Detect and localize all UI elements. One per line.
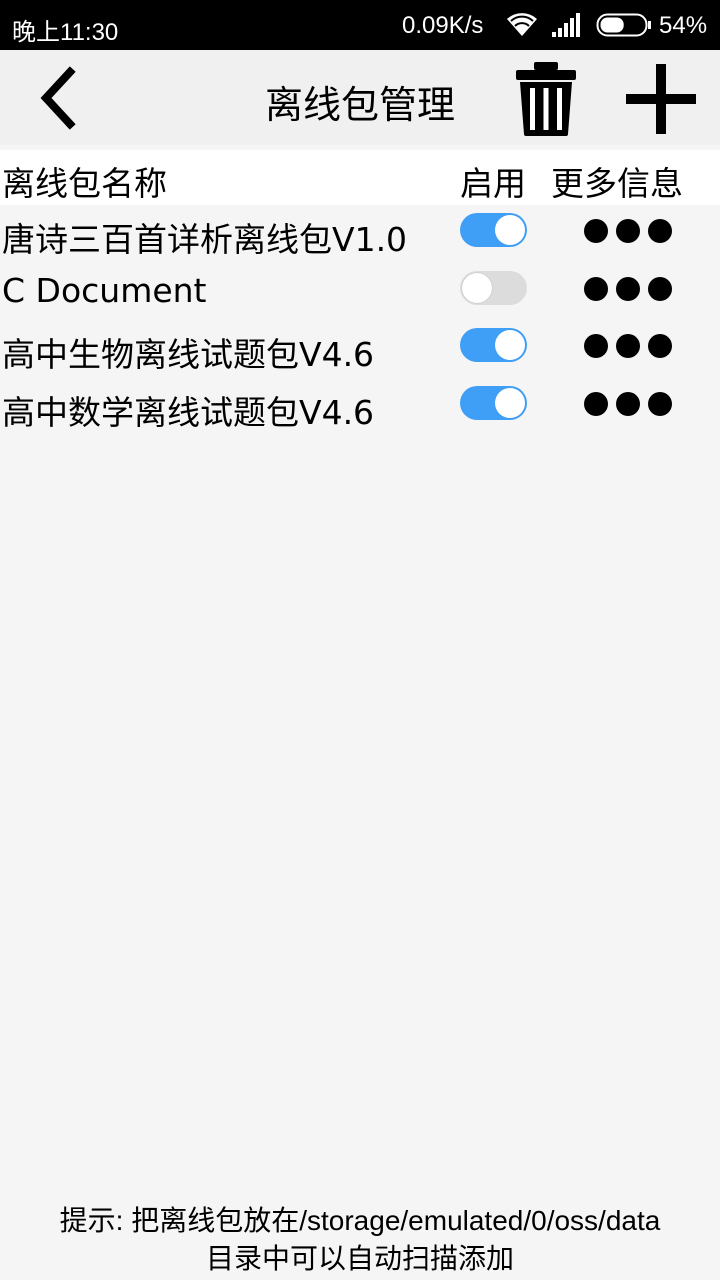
status-bar: 晚上11:30 0.09K/s 54% xyxy=(0,0,720,50)
more-dot-icon xyxy=(616,334,640,358)
list-item: C Document xyxy=(0,263,720,321)
add-button[interactable] xyxy=(624,62,698,136)
page-title: 离线包管理 xyxy=(264,83,455,127)
enable-toggle[interactable] xyxy=(460,270,527,305)
package-name: 唐诗三百首详析离线包V1.0 xyxy=(2,220,408,259)
header-enable: 启用 xyxy=(460,164,526,203)
toggle-knob xyxy=(495,330,525,360)
more-info-button[interactable] xyxy=(584,391,672,416)
toggle-knob xyxy=(495,215,525,245)
more-dot-icon xyxy=(616,276,640,301)
more-dot-icon xyxy=(616,391,640,416)
more-dot-icon xyxy=(648,219,672,243)
package-name: C Document xyxy=(2,270,207,310)
package-list: 唐诗三百首详析离线包V1.0 C Document 高中生物离线试题包V4.6 … xyxy=(0,205,720,435)
package-name: 高中生物离线试题包V4.6 xyxy=(2,335,375,374)
enable-toggle[interactable] xyxy=(460,385,527,420)
hint-text: 提示: 把离线包放在/storage/emulated/0/oss/data 目… xyxy=(0,1202,720,1278)
more-dot-icon xyxy=(584,334,608,358)
more-dot-icon xyxy=(584,219,608,243)
wifi-icon xyxy=(507,13,537,36)
list-item: 高中数学离线试题包V4.6 xyxy=(0,378,720,436)
header-name: 离线包名称 xyxy=(2,164,167,203)
more-info-button[interactable] xyxy=(584,219,672,243)
toggle-knob xyxy=(495,387,525,418)
more-info-button[interactable] xyxy=(584,276,672,301)
enable-toggle[interactable] xyxy=(460,213,527,247)
list-item: 唐诗三百首详析离线包V1.0 xyxy=(0,205,720,263)
more-info-button[interactable] xyxy=(584,334,672,358)
status-time: 晚上11:30 xyxy=(12,19,119,46)
more-dot-icon xyxy=(648,334,672,358)
hint-line-1: 提示: 把离线包放在/storage/emulated/0/oss/data xyxy=(59,1205,661,1236)
package-name: 高中数学离线试题包V4.6 xyxy=(2,392,375,432)
more-dot-icon xyxy=(648,391,672,416)
toggle-knob xyxy=(462,272,492,303)
more-dot-icon xyxy=(584,276,608,301)
trash-icon xyxy=(516,62,576,136)
more-dot-icon xyxy=(584,391,608,416)
plus-icon xyxy=(626,64,696,134)
top-toolbar: 离线包管理 xyxy=(0,50,720,145)
battery-icon xyxy=(596,13,651,37)
more-dot-icon xyxy=(616,219,640,243)
list-header: 离线包名称 启用 更多信息 xyxy=(0,150,720,205)
hint-line-2: 目录中可以自动扫描添加 xyxy=(205,1243,514,1274)
battery-percent: 54% xyxy=(659,12,708,39)
list-item: 高中生物离线试题包V4.6 xyxy=(0,320,720,378)
network-speed: 0.09K/s xyxy=(402,12,484,39)
signal-icon xyxy=(552,13,580,37)
more-dot-icon xyxy=(648,276,672,301)
enable-toggle[interactable] xyxy=(460,328,527,362)
header-more-info: 更多信息 xyxy=(551,164,683,203)
delete-button[interactable] xyxy=(512,60,580,138)
